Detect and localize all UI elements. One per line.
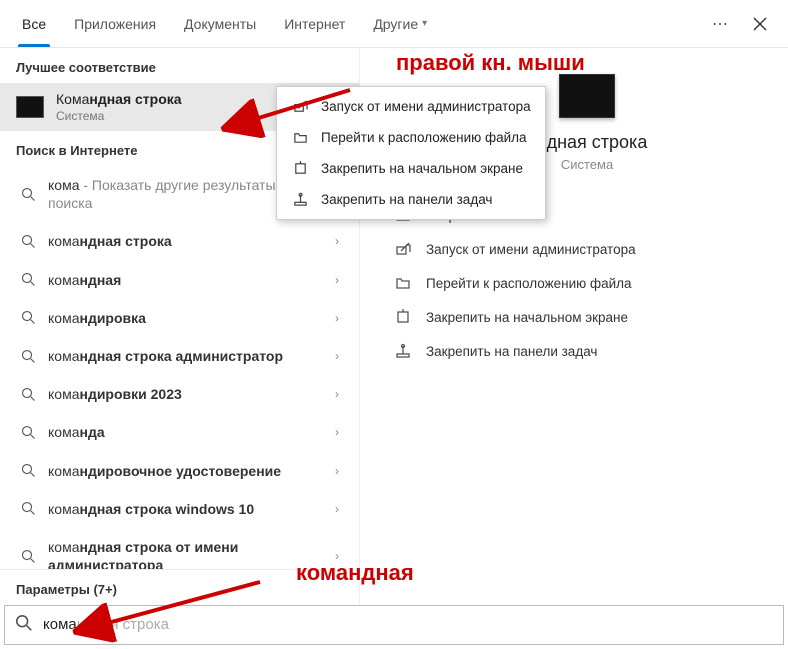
- context-menu: Запуск от имени администратора Перейти к …: [276, 86, 546, 220]
- search-icon: [20, 501, 36, 516]
- search-icon: [20, 387, 36, 402]
- search-icon: [20, 234, 36, 249]
- chevron-right-icon: ›: [335, 387, 343, 401]
- suggestion-label: командировочное удостоверение: [48, 462, 323, 480]
- top-tabs: Все Приложения Документы Интернет Другие…: [0, 0, 788, 48]
- suggestion-label: командная: [48, 271, 323, 289]
- suggestion-label: командная строка администратор: [48, 347, 323, 365]
- suggestion-label: командировка: [48, 309, 323, 327]
- suggestion-label: командная строка: [48, 232, 323, 250]
- search-icon: [15, 614, 33, 637]
- admin-icon: [291, 99, 309, 114]
- search-icon: [20, 272, 36, 287]
- more-button[interactable]: ⋯: [700, 0, 740, 47]
- preview-subtitle: Система: [561, 157, 613, 172]
- preview-action[interactable]: Перейти к расположению файла: [394, 266, 788, 300]
- search-suggestion[interactable]: командировка ›: [0, 299, 359, 337]
- parameters-header: Параметры (7+): [0, 569, 359, 605]
- tab-documents[interactable]: Документы: [170, 0, 270, 47]
- context-menu-item[interactable]: Закрепить на начальном экране: [277, 153, 545, 184]
- action-label: Закрепить на начальном экране: [426, 310, 628, 325]
- context-menu-item[interactable]: Перейти к расположению файла: [277, 122, 545, 153]
- search-typed-text: кома: [43, 616, 77, 633]
- preview-cmd-icon: [559, 74, 615, 118]
- action-label: Закрепить на панели задач: [426, 344, 597, 359]
- preview-action[interactable]: Закрепить на начальном экране: [394, 300, 788, 334]
- chevron-right-icon: ›: [335, 425, 343, 439]
- search-suggestion[interactable]: командная строка администратор ›: [0, 337, 359, 375]
- search-suggestion[interactable]: команда ›: [0, 413, 359, 451]
- close-button[interactable]: [740, 0, 780, 47]
- search-suggestion[interactable]: командная строка ›: [0, 222, 359, 260]
- suggestion-label: команда: [48, 423, 323, 441]
- search-suggestion[interactable]: командная строка windows 10 ›: [0, 490, 359, 528]
- pin-task-icon: [291, 192, 309, 207]
- suggestion-label: командная строка от имени администратора: [48, 538, 323, 569]
- context-menu-label: Перейти к расположению файла: [321, 130, 527, 145]
- best-match-header: Лучшее соответствие: [0, 48, 359, 83]
- action-label: Запуск от имени администратора: [426, 242, 636, 257]
- chevron-right-icon: ›: [335, 273, 343, 287]
- chevron-right-icon: ›: [335, 311, 343, 325]
- search-suggestion[interactable]: командная строка от имени администратора…: [0, 528, 359, 569]
- chevron-right-icon: ›: [335, 549, 343, 563]
- context-menu-label: Запуск от имени администратора: [321, 99, 531, 114]
- chevron-right-icon: ›: [335, 464, 343, 478]
- pin-start-icon: [394, 309, 412, 325]
- tab-all[interactable]: Все: [8, 0, 60, 47]
- admin-icon: [394, 241, 412, 257]
- pin-start-icon: [291, 161, 309, 176]
- chevron-right-icon: ›: [335, 502, 343, 516]
- tab-apps[interactable]: Приложения: [60, 0, 170, 47]
- search-input[interactable]: командная строка: [4, 605, 784, 645]
- search-suggestion[interactable]: командировки 2023 ›: [0, 375, 359, 413]
- folder-icon: [394, 275, 412, 291]
- suggestion-label: командная строка windows 10: [48, 500, 323, 518]
- chevron-down-icon: ▾: [422, 18, 427, 29]
- cmd-icon: [16, 96, 44, 118]
- action-label: Перейти к расположению файла: [426, 276, 632, 291]
- search-icon: [20, 310, 36, 325]
- tab-other[interactable]: Другие▾: [359, 0, 441, 47]
- context-menu-item[interactable]: Запуск от имени администратора: [277, 91, 545, 122]
- context-menu-item[interactable]: Закрепить на панели задач: [277, 184, 545, 215]
- chevron-right-icon: ›: [335, 349, 343, 363]
- best-match-title: Командная строка: [56, 91, 182, 107]
- folder-icon: [291, 130, 309, 145]
- best-match-subtitle: Система: [56, 109, 182, 123]
- search-ghost-text: ндная строка: [77, 616, 169, 633]
- context-menu-label: Закрепить на панели задач: [321, 192, 492, 207]
- search-icon: [20, 349, 36, 364]
- preview-action[interactable]: Закрепить на панели задач: [394, 334, 788, 368]
- suggestion-label: командировки 2023: [48, 385, 323, 403]
- search-suggestion[interactable]: командная ›: [0, 261, 359, 299]
- search-icon: [20, 463, 36, 478]
- chevron-right-icon: ›: [335, 234, 343, 248]
- pin-task-icon: [394, 343, 412, 359]
- search-icon: [20, 187, 36, 202]
- context-menu-label: Закрепить на начальном экране: [321, 161, 523, 176]
- search-icon: [20, 549, 36, 564]
- search-suggestion[interactable]: командировочное удостоверение ›: [0, 452, 359, 490]
- preview-action[interactable]: Запуск от имени администратора: [394, 232, 788, 266]
- search-icon: [20, 425, 36, 440]
- tab-internet[interactable]: Интернет: [270, 0, 359, 47]
